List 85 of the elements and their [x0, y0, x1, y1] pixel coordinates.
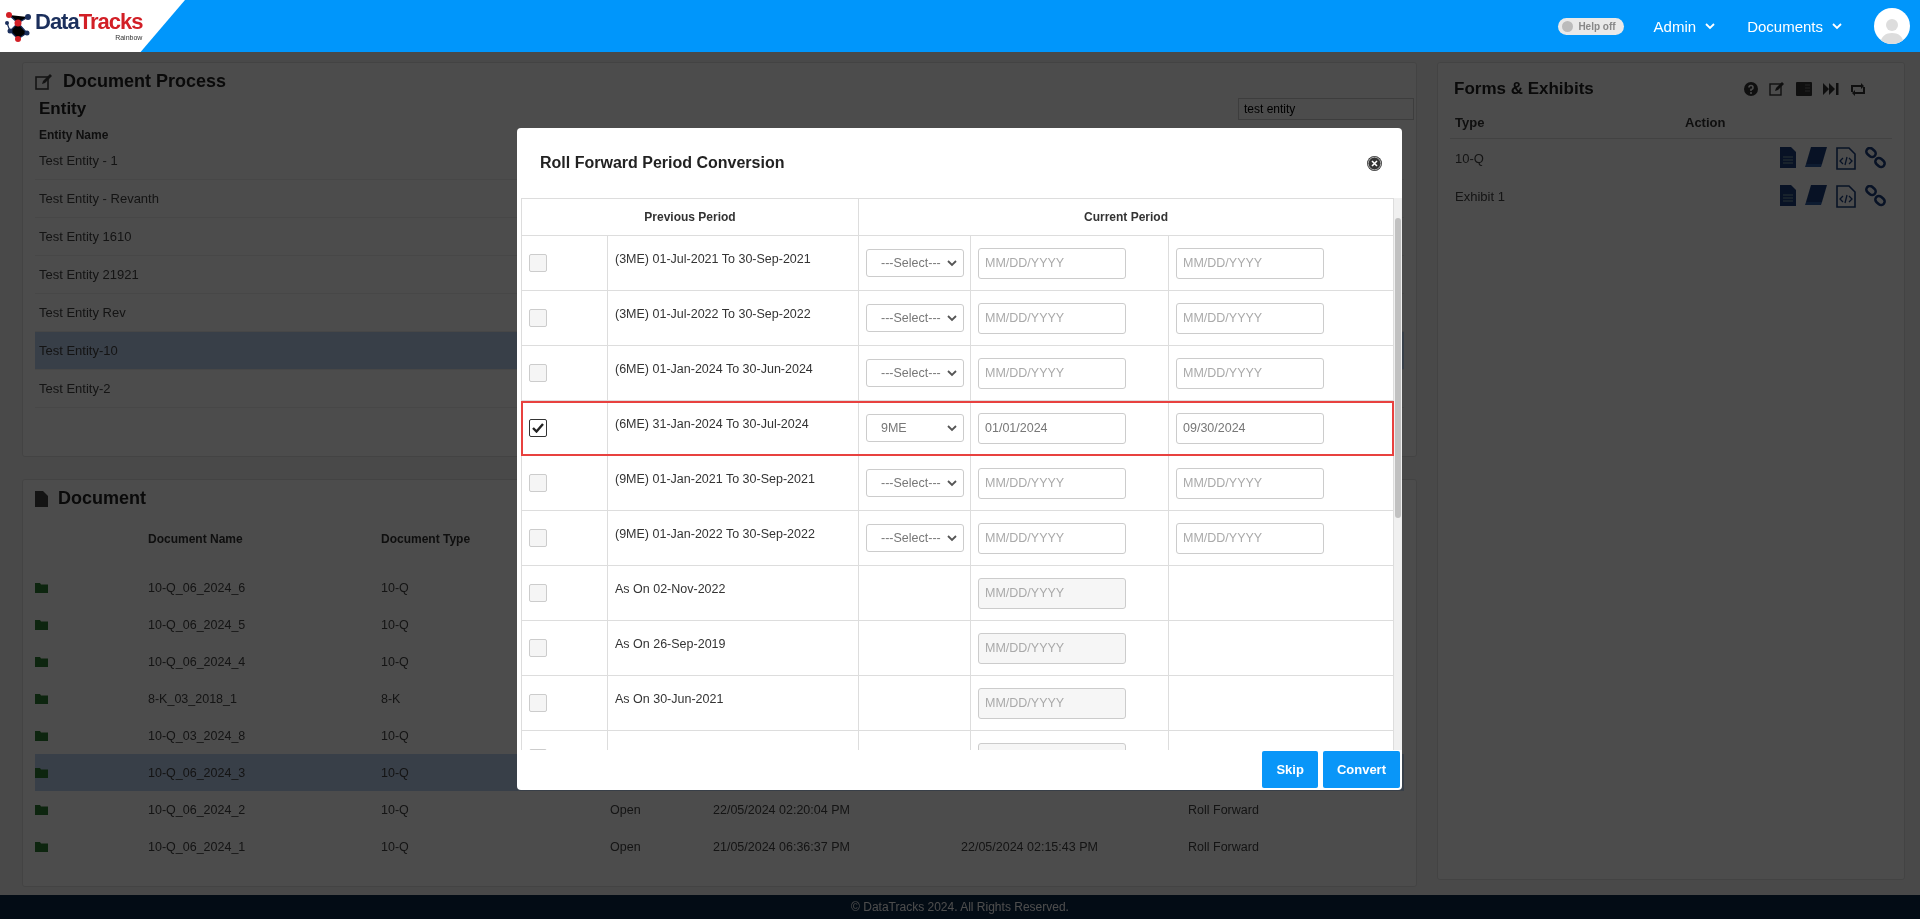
period-select[interactable]: 9ME — [866, 414, 964, 442]
date-field[interactable]: MM/DD/YYYY — [1176, 522, 1324, 554]
date-field[interactable]: MM/DD/YYYY — [978, 302, 1126, 334]
menu-dropdown[interactable]: Admin — [1653, 17, 1716, 35]
column-header: Type — [1455, 115, 1486, 130]
chevron-down-icon — [947, 259, 957, 267]
section-title: Forms & Exhibits — [1454, 79, 1594, 99]
table-cell: 8-K — [381, 691, 401, 706]
column-header: Document Type — [381, 532, 471, 546]
date-field[interactable]: MM/DD/YYYY — [978, 687, 1126, 719]
chevron-down-icon — [947, 534, 957, 542]
table-cell: 10-Q — [381, 654, 409, 669]
table-cell: 21/05/2024 06:36:37 PM — [713, 839, 850, 854]
table-cell: 10-Q — [381, 617, 409, 632]
close-icon[interactable] — [1367, 155, 1382, 171]
table-cell: Exhibit 1 — [1455, 188, 1505, 204]
date-field[interactable]: 01/01/2024 — [978, 412, 1126, 444]
column-header: Document Name — [148, 532, 243, 546]
column-header: Entity Name — [39, 128, 110, 142]
period-label: (9ME) 01-Jan-2022 To 30-Sep-2022 — [615, 527, 815, 541]
table-cell: 10-Q_06_2024_4 — [148, 654, 246, 669]
date-field[interactable]: MM/DD/YYYY — [1176, 357, 1324, 389]
period-label: As On 30-Jun-2021 — [615, 692, 724, 706]
chevron-down-icon — [1832, 22, 1842, 30]
period-select[interactable]: ---Select--- — [866, 304, 964, 332]
table-cell: Open — [610, 839, 641, 854]
date-field[interactable]: 09/30/2024 — [1176, 412, 1324, 444]
table-cell: 10-Q — [1455, 150, 1484, 166]
footer-text: © DataTracks 2024. All Rights Reserved. — [851, 900, 1069, 914]
period-select[interactable]: ---Select--- — [866, 469, 964, 497]
period-label: (9ME) 01-Jan-2021 To 30-Sep-2021 — [615, 472, 815, 486]
network-logo-icon — [4, 9, 32, 43]
date-field[interactable]: MM/DD/YYYY — [978, 467, 1126, 499]
column-header: Current Period — [1084, 210, 1168, 224]
date-field[interactable]: MM/DD/YYYY — [978, 632, 1126, 664]
table-cell: 10-Q — [381, 839, 409, 854]
table-cell: 10-Q_06_2024_2 — [148, 802, 246, 817]
table-cell: 10-Q_03_2024_8 — [148, 728, 246, 743]
chevron-down-icon — [1705, 22, 1716, 30]
table-cell: 10-Q — [381, 580, 409, 595]
period-label: (3ME) 01-Jul-2021 To 30-Sep-2021 — [615, 252, 811, 266]
period-label: As On 26-Sep-2019 — [615, 637, 726, 651]
dialog-title: Roll Forward Period Conversion — [540, 154, 785, 172]
date-field[interactable]: MM/DD/YYYY — [1176, 302, 1324, 334]
chevron-down-icon — [947, 369, 957, 377]
date-field[interactable]: MM/DD/YYYY — [978, 357, 1126, 389]
period-label: (3ME) 01-Jul-2022 To 30-Sep-2022 — [615, 307, 811, 321]
chevron-down-icon — [947, 424, 957, 432]
table-cell: 10-Q_06_2024_1 — [148, 839, 246, 854]
dialog-button[interactable]: Convert — [1322, 751, 1400, 788]
menu-dropdown[interactable]: Documents — [1747, 17, 1842, 35]
date-field[interactable]: MM/DD/YYYY — [978, 577, 1126, 609]
column-header: Previous Period — [644, 210, 736, 224]
period-select[interactable]: ---Select--- — [866, 524, 964, 552]
table-cell: 22/05/2024 02:20:04 PM — [713, 802, 850, 817]
period-select[interactable]: ---Select--- — [866, 249, 964, 277]
section-title: Document Process — [63, 71, 227, 92]
date-field[interactable]: MM/DD/YYYY — [978, 247, 1126, 279]
dialog-button[interactable]: Skip — [1262, 751, 1318, 788]
date-field[interactable]: MM/DD/YYYY — [1176, 467, 1324, 499]
table-cell: Open — [610, 802, 641, 817]
date-field[interactable]: MM/DD/YYYY — [978, 522, 1126, 554]
period-label: (6ME) 31-Jan-2024 To 30-Jul-2024 — [615, 417, 809, 431]
table-cell: 10-Q_06_2024_5 — [148, 617, 246, 632]
table-cell: 22/05/2024 02:15:43 PM — [961, 839, 1098, 854]
section-title: Document — [58, 488, 146, 509]
period-label: (6ME) 01-Jan-2024 To 30-Jun-2024 — [615, 362, 813, 376]
date-field[interactable]: MM/DD/YYYY — [1176, 247, 1324, 279]
period-select[interactable]: ---Select--- — [866, 359, 964, 387]
table-cell: 10-Q_06_2024_6 — [148, 580, 246, 595]
scrollbar[interactable] — [1394, 198, 1402, 750]
avatar[interactable] — [1874, 8, 1910, 44]
chevron-down-icon — [947, 479, 957, 487]
table-cell: 10-Q — [381, 728, 409, 743]
help-toggle[interactable]: Help off — [1558, 17, 1624, 35]
checkbox[interactable] — [529, 419, 547, 437]
column-header: Action — [1685, 115, 1727, 130]
table-cell: 10-Q — [381, 802, 409, 817]
chevron-down-icon — [947, 314, 957, 322]
logo-text: DataTracks — [35, 11, 143, 33]
section-subtitle: Entity — [39, 99, 87, 119]
table-cell: 8-K_03_2018_1 — [148, 691, 237, 706]
period-label: As On 02-Nov-2022 — [615, 582, 726, 596]
table-cell: Roll Forward — [1188, 802, 1259, 817]
table-cell: Roll Forward — [1188, 839, 1259, 854]
